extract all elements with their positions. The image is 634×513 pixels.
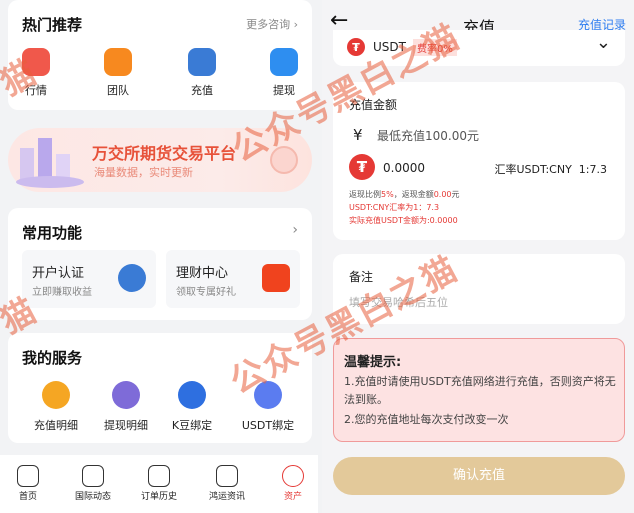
usdt-logo-icon: ₮: [347, 38, 365, 56]
cashback-info: 返现比例5%，返现金额0.00元: [349, 190, 460, 199]
tab-chart-icon[interactable]: 国际动态: [58, 461, 128, 502]
hot-recommend-card: 热门推荐 更多咨询 › 行情 团队 充值 提现: [8, 0, 312, 110]
amount-input[interactable]: 最低充值100.00元: [377, 127, 479, 144]
amount-card: 充值金额 ¥ 最低充值100.00元 ₮ 0.0000 汇率USDT:CNY 1…: [333, 82, 625, 240]
common-card-1[interactable]: 理财中心领取专属好礼: [166, 250, 300, 308]
currency-name: USDT: [373, 40, 406, 54]
my-services-card: 我的服务 充值明细 提现明细 K豆绑定 USDT绑定: [8, 333, 312, 443]
tips-box: 温馨提示: 1.充值时请使用USDT充值网络进行充值，否则资产将无法到账。 2.…: [333, 338, 625, 442]
withdraw-detail-icon[interactable]: [112, 381, 140, 409]
amount-title: 充值金额: [349, 98, 398, 112]
swap-icon[interactable]: [178, 381, 206, 409]
hot-item-label: 充值: [191, 84, 213, 97]
tab-label: 国际动态: [74, 492, 111, 502]
tab-label: 鸿运资讯: [208, 492, 245, 502]
service-item-label: USDT绑定: [241, 419, 295, 432]
common-card-title: 理财中心: [176, 266, 229, 281]
question-icon[interactable]: [42, 381, 70, 409]
people-icon: [216, 465, 238, 487]
tips-line-1: 1.充值时请使用USDT充值网络进行充值，否则资产将无法到账。: [344, 375, 616, 406]
common-functions-title: 常用功能: [22, 224, 83, 242]
service-item-label: 充值明细: [34, 419, 78, 432]
hot-recommend-title: 热门推荐: [22, 16, 83, 34]
tab-currency-icon[interactable]: 订单历史: [124, 461, 194, 502]
confirm-recharge-button[interactable]: 确认充值: [333, 457, 625, 495]
rate-info: USDT:CNY汇率为1：7.3: [349, 203, 440, 212]
actual-usdt-info: 实际充值USDT金额为:0.0000: [349, 216, 458, 225]
note-title: 备注: [349, 270, 374, 284]
common-card-title: 开户认证: [32, 266, 85, 281]
currency-select[interactable]: ₮ USDT 费率0% ⌄: [333, 30, 625, 66]
note-card: 备注 填写交易哈希后五位: [333, 254, 625, 324]
withdraw-icon[interactable]: [270, 48, 298, 76]
tab-home-icon[interactable]: 首页: [0, 461, 63, 502]
tab-label: 资产: [283, 492, 302, 502]
more-news-link[interactable]: 更多咨询 ›: [246, 16, 298, 32]
chart-icon[interactable]: [22, 48, 50, 76]
gift-icon: [262, 264, 290, 292]
banner-subtitle: 海量数据，实时更新: [94, 166, 193, 179]
fee-tag: 费率0%: [413, 39, 457, 56]
service-item-label: K豆绑定: [171, 419, 213, 432]
common-functions-chevron-icon[interactable]: ›: [292, 222, 298, 238]
banner-title: 万交所期货交易平台: [92, 144, 237, 163]
tips-line-2: 2.您的充值地址每次支付改变一次: [344, 413, 509, 426]
service-item-label: 提现明细: [104, 419, 148, 432]
recharge-icon[interactable]: [188, 48, 216, 76]
banner-illustration: [12, 128, 86, 192]
swap-icon[interactable]: [254, 381, 282, 409]
common-card-sub: 立即赚取收益: [32, 287, 92, 298]
fingerprint-icon: [270, 146, 298, 174]
chevron-down-icon[interactable]: ⌄: [596, 32, 611, 53]
id-icon: [118, 264, 146, 292]
exchange-rate: 汇率USDT:CNY 1:7.3: [494, 163, 607, 176]
hot-item-label: 提现: [273, 84, 295, 97]
note-input[interactable]: 填写交易哈希后五位: [349, 294, 448, 310]
tab-people-icon[interactable]: 鸿运资讯: [192, 461, 262, 502]
hot-item-label: 团队: [107, 84, 129, 97]
chart-icon: [82, 465, 104, 487]
promo-banner[interactable]: 万交所期货交易平台 海量数据，实时更新: [8, 128, 312, 192]
usdt-amount-logo-icon: ₮: [349, 154, 375, 180]
my-services-title: 我的服务: [22, 349, 83, 367]
user-icon: [282, 465, 304, 487]
tab-label: 订单历史: [140, 492, 177, 502]
common-card-0[interactable]: 开户认证立即赚取收益: [22, 250, 156, 308]
home-icon: [17, 465, 39, 487]
usdt-value: 0.0000: [383, 161, 425, 175]
hot-item-label: 行情: [25, 84, 47, 97]
yuan-icon: ¥: [353, 126, 363, 144]
tips-title: 温馨提示:: [344, 355, 402, 370]
team-icon[interactable]: [104, 48, 132, 76]
currency-icon: [148, 465, 170, 487]
tab-label: 首页: [18, 492, 37, 502]
common-functions-card: 常用功能 › 开户认证 立即赚取收益 理财中心 领取专属好礼: [8, 208, 312, 320]
tab-user-icon[interactable]: 资产: [258, 461, 328, 502]
common-card-sub: 领取专属好礼: [176, 287, 236, 298]
